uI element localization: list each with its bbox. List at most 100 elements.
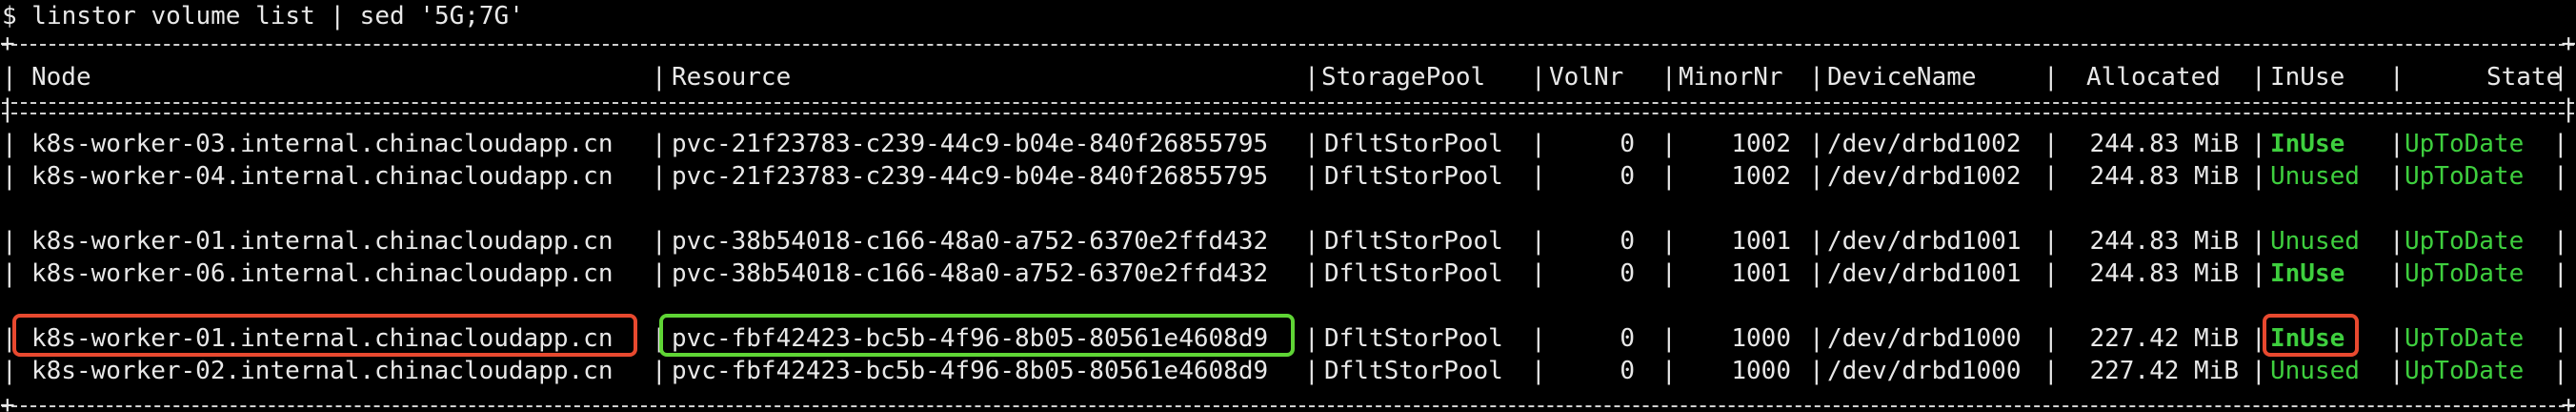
col-resource-cell: pvc-21f23783-c239-44c9-b04e-840f26855795	[672, 162, 1269, 191]
column-separator: |	[2043, 259, 2059, 288]
col-node-cell: k8s-worker-01.internal.chinacloudapp.cn	[31, 227, 614, 256]
col-inuse-cell: InUse	[2270, 130, 2345, 158]
col-state-cell: UpToDate	[2405, 259, 2525, 288]
col-node-cell: k8s-worker-02.internal.chinacloudapp.cn	[31, 357, 614, 385]
table-row: | | | | | | | | | | k8s-worker-02.internal.chinacl…	[0, 355, 2576, 387]
column-separator: |	[2251, 227, 2266, 256]
column-separator: |	[1304, 162, 1319, 191]
col-devicename-cell: /dev/drbd1001	[1827, 259, 2022, 288]
col-minornr-cell: 1000	[1731, 324, 1791, 353]
header-col-inuse: InUse	[2270, 63, 2345, 92]
col-allocated-cell: 227.42 MiB	[2089, 324, 2239, 353]
column-separator: |	[2, 162, 17, 191]
column-separator: |	[1531, 227, 1546, 256]
column-separator: |	[1531, 63, 1546, 92]
column-separator: |	[1661, 227, 1677, 256]
table-row: | | | | | | | | | | k8s-worker-01.internal.chinacl…	[0, 225, 2576, 258]
col-volnr-cell: 0	[1620, 227, 1635, 256]
col-volnr-cell: 0	[1620, 130, 1635, 158]
column-separator: |	[1304, 259, 1319, 288]
column-separator: |	[1304, 63, 1319, 92]
column-separator: |	[2251, 63, 2266, 92]
column-separator: |	[1809, 259, 1824, 288]
col-node-cell: k8s-worker-03.internal.chinacloudapp.cn	[31, 130, 614, 158]
column-separator: |	[2, 259, 17, 288]
column-separator: |	[2043, 130, 2059, 158]
col-devicename-cell: /dev/drbd1002	[1827, 130, 2022, 158]
col-minornr-cell: 1001	[1731, 227, 1791, 256]
col-resource-cell: pvc-38b54018-c166-48a0-a752-6370e2ffd432	[672, 259, 1269, 288]
table-header-row: | | | | | | | | | | Node Resource StoragePool VolNr Mi…	[0, 61, 2576, 93]
border-corner: +	[2561, 391, 2576, 412]
column-separator: |	[2, 227, 17, 256]
col-devicename-cell: /dev/drbd1000	[1827, 324, 2022, 353]
column-separator: |	[2389, 162, 2405, 191]
border-corner: +	[0, 391, 15, 412]
col-volnr-cell: 0	[1620, 259, 1635, 288]
column-separator: |	[1304, 130, 1319, 158]
column-separator: |	[2251, 162, 2266, 191]
column-separator: |	[1809, 324, 1824, 353]
column-separator: |	[2251, 259, 2266, 288]
col-volnr-cell: 0	[1620, 357, 1635, 385]
column-separator: |	[652, 357, 667, 385]
col-storagepool-cell: DfltStorPool	[1324, 162, 1503, 191]
header-col-node: Node	[31, 63, 91, 92]
table-top-border: + +	[0, 30, 2576, 58]
column-separator: |	[652, 162, 667, 191]
header-col-volnr: VolNr	[1549, 63, 1624, 92]
column-separator: |	[1661, 259, 1677, 288]
column-separator: |	[1809, 227, 1824, 256]
col-storagepool-cell: DfltStorPool	[1324, 130, 1503, 158]
col-allocated-cell: 244.83 MiB	[2089, 162, 2239, 191]
column-separator: |	[652, 63, 667, 92]
header-col-devicename: DeviceName	[1827, 63, 1977, 92]
column-separator: |	[1661, 324, 1677, 353]
col-storagepool-cell: DfltStorPool	[1324, 357, 1503, 385]
col-node-cell: k8s-worker-04.internal.chinacloudapp.cn	[31, 162, 614, 191]
column-separator: |	[1531, 357, 1546, 385]
column-separator: |	[2, 63, 17, 92]
header-col-allocated: Allocated	[2086, 63, 2221, 92]
col-minornr-cell: 1000	[1731, 357, 1791, 385]
column-separator: |	[2251, 357, 2266, 385]
column-separator: |	[1531, 162, 1546, 191]
column-separator: |	[1304, 357, 1319, 385]
border-corner: +	[2561, 30, 2576, 58]
column-separator: |	[1531, 259, 1546, 288]
header-col-resource: Resource	[672, 63, 792, 92]
column-separator: |	[652, 130, 667, 158]
column-separator: |	[2389, 130, 2405, 158]
col-devicename-cell: /dev/drbd1000	[1827, 357, 2022, 385]
column-separator: |	[652, 227, 667, 256]
column-separator: |	[2553, 324, 2568, 353]
column-separator: |	[2553, 357, 2568, 385]
column-separator: |	[2553, 130, 2568, 158]
col-allocated-cell: 227.42 MiB	[2089, 357, 2239, 385]
highlight-node-box	[12, 314, 637, 357]
col-resource-cell: pvc-21f23783-c239-44c9-b04e-840f26855795	[672, 130, 1269, 158]
header-col-storagepool: StoragePool	[1321, 63, 1486, 92]
col-volnr-cell: 0	[1620, 162, 1635, 191]
column-separator: |	[1661, 162, 1677, 191]
col-node-cell: k8s-worker-06.internal.chinacloudapp.cn	[31, 259, 614, 288]
highlight-inuse-box	[2263, 314, 2359, 357]
column-separator: |	[2, 130, 17, 158]
col-state-cell: UpToDate	[2405, 227, 2525, 256]
column-separator: |	[2043, 357, 2059, 385]
column-separator: |	[1809, 357, 1824, 385]
col-state-cell: UpToDate	[2405, 324, 2525, 353]
col-storagepool-cell: DfltStorPool	[1324, 324, 1503, 353]
header-separator: | |	[0, 94, 2576, 123]
column-separator: |	[1661, 130, 1677, 158]
col-inuse-cell: InUse	[2270, 259, 2345, 288]
column-separator: |	[1304, 227, 1319, 256]
column-separator: |	[652, 259, 667, 288]
column-separator: |	[1661, 63, 1677, 92]
highlight-resource-box	[659, 314, 1295, 357]
col-resource-cell: pvc-fbf42423-bc5b-4f96-8b05-80561e4608d9	[672, 357, 1269, 385]
col-allocated-cell: 244.83 MiB	[2089, 130, 2239, 158]
col-allocated-cell: 244.83 MiB	[2089, 227, 2239, 256]
terminal-window[interactable]: $ linstor volume list | sed '5G;7G' + + …	[0, 0, 2576, 412]
col-state-cell: UpToDate	[2405, 162, 2525, 191]
